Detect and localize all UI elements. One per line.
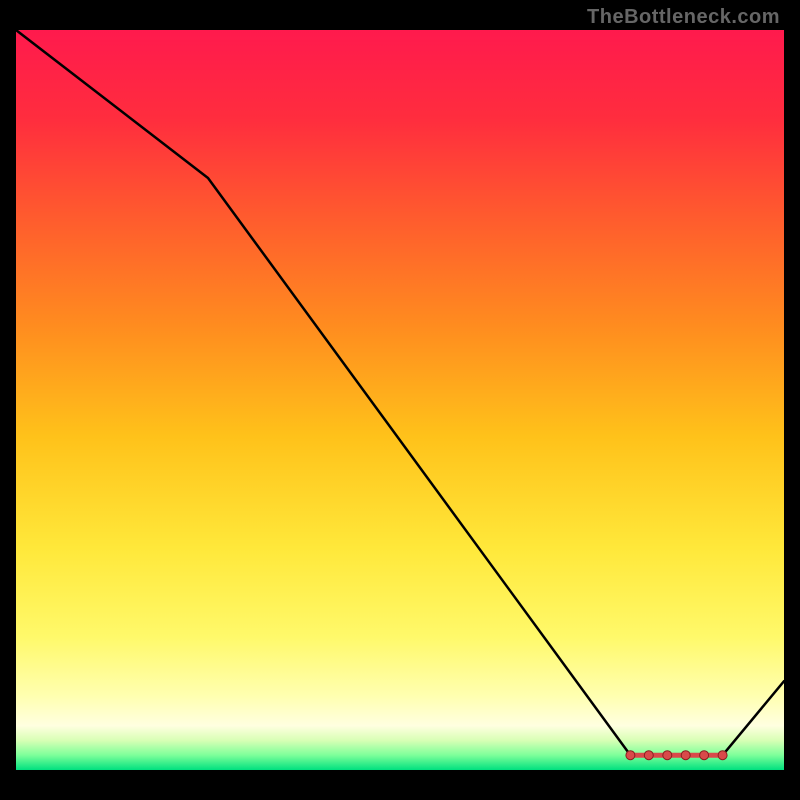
plot-area: [16, 30, 784, 770]
line-chart: [16, 30, 784, 770]
chart-container: TheBottleneck.com: [0, 0, 800, 800]
flat-region-markers: [626, 751, 727, 760]
chart-line-path: [16, 30, 784, 755]
watermark-text: TheBottleneck.com: [587, 6, 780, 29]
